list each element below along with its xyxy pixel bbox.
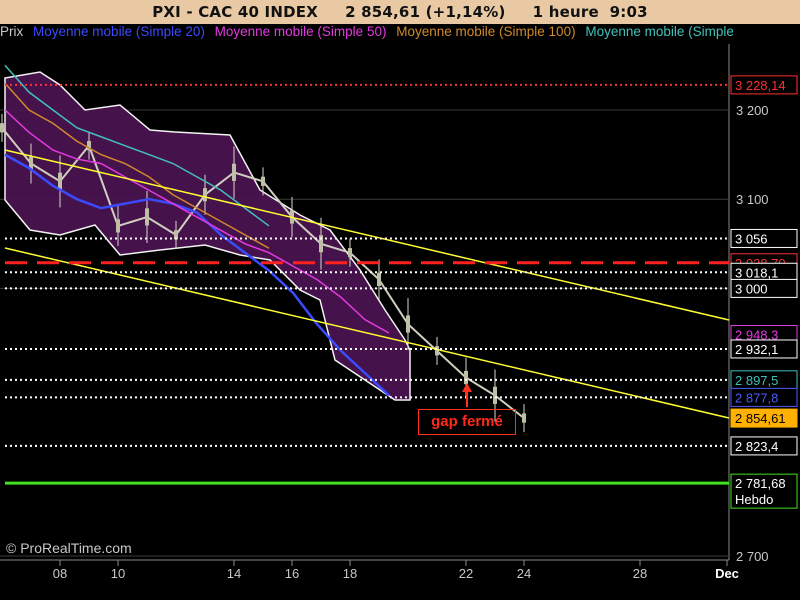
candle-body [377,272,381,287]
legend-item-ma100[interactable]: Moyenne mobile (Simple 100) [396,24,575,39]
x-tick-label: Dec [715,566,739,581]
level-sublabel: Hebdo [735,492,773,507]
y-tick-label: 3 100 [736,192,769,207]
x-tick-label: 28 [633,566,647,581]
candle-body [261,176,265,186]
y-tick-label: 3 200 [736,103,769,118]
level-label: 2 897,5 [735,373,778,388]
level-label: 3 000 [735,281,768,296]
legend-item-price[interactable]: Prix [0,24,23,39]
level-label: 2 877,8 [735,390,778,405]
level-label: 2 823,4 [735,439,778,454]
x-tick-label: 08 [53,566,67,581]
level-label: 3 056 [735,231,768,246]
level-label: 3 228,14 [735,78,786,93]
level-label: 2 781,68 [735,476,786,491]
x-tick-label: 24 [517,566,531,581]
trendline-lower [4,247,730,419]
x-tick-label: 16 [285,566,299,581]
legend-item-ma20[interactable]: Moyenne mobile (Simple 20) [33,24,205,39]
level-label: 3 018,1 [735,265,778,280]
candle-body [406,315,410,333]
legend: Prix Moyenne mobile (Simple 20) Moyenne … [0,24,733,43]
candle-body [493,386,497,404]
copyright-text: © ProRealTime.com [6,540,132,556]
candle-body [58,172,62,190]
legend-item-ma200[interactable]: Moyenne mobile (Simple 200) [585,24,733,39]
candle-body [0,123,4,133]
x-tick-label: 18 [343,566,357,581]
candle-body [522,413,526,423]
candle-body [203,188,207,202]
candle-body [464,370,468,385]
level-label: 2 854,61 [735,411,786,426]
candle-body [116,219,120,233]
x-tick-label: 10 [111,566,125,581]
gap-arrow-head [462,383,472,392]
x-tick-label: 14 [227,566,241,581]
price-chart[interactable]: 3 2003 1003 0002 7000810141618222428Dec0… [0,0,800,600]
gap-ferme-annotation: gap fermé [418,409,516,435]
candle-body [232,163,236,181]
candle-body [435,346,439,356]
level-label: 2 932,1 [735,342,778,357]
candle-body [348,248,352,258]
candle-body [145,208,149,226]
x-tick-label: 22 [459,566,473,581]
y-tick-label: 2 700 [736,549,769,564]
bollinger-band [4,71,411,401]
legend-item-ma50[interactable]: Moyenne mobile (Simple 50) [215,24,387,39]
